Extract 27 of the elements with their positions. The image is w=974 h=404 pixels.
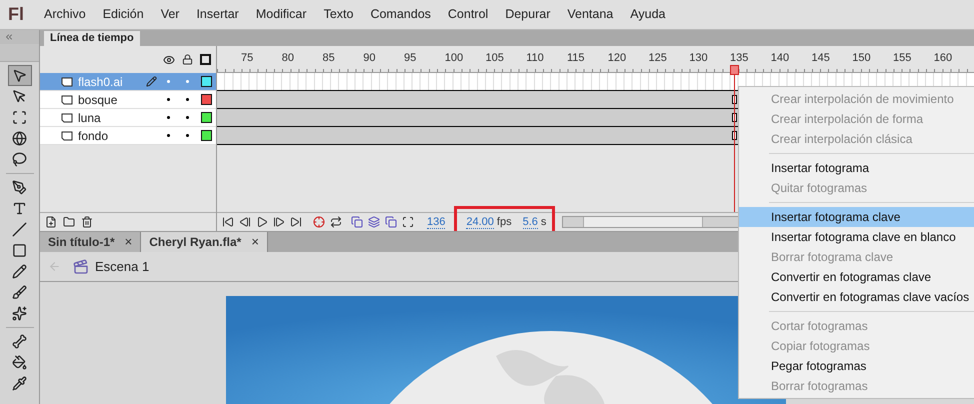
ruler-label: 140 [770, 51, 790, 65]
ruler-label: 110 [526, 51, 545, 65]
ruler-label: 90 [363, 51, 376, 65]
layer-name: fondo [78, 128, 110, 144]
elapsed-time-unit: s [540, 216, 546, 228]
ruler-label: 130 [689, 51, 709, 65]
ruler-label: 105 [486, 51, 505, 65]
ruler-label: 155 [893, 51, 912, 65]
ruler-label: 125 [648, 51, 668, 65]
ruler-label: 145 [812, 51, 831, 65]
ruler-label: 120 [608, 51, 628, 65]
layer-name: bosque [78, 92, 118, 108]
ruler-label: 160 [934, 51, 954, 65]
app-logo: Fl [8, 3, 24, 26]
frame-rate-unit: fps [496, 216, 512, 228]
ruler-label: 85 [322, 51, 336, 65]
tab-label: Sin título-1* [48, 234, 115, 251]
layer-name: flash0.ai [78, 74, 124, 90]
ruler-label: 100 [444, 51, 464, 65]
ruler-label: 115 [567, 51, 586, 65]
ruler-label: 95 [404, 51, 418, 65]
tab-label: Cheryl Ryan.fla* [149, 234, 242, 251]
ruler-label: 150 [852, 51, 872, 65]
ruler-label: 135 [730, 51, 750, 65]
layer-name: luna [78, 110, 102, 126]
ruler-label: 75 [241, 51, 254, 65]
ruler-label: 80 [282, 51, 295, 65]
